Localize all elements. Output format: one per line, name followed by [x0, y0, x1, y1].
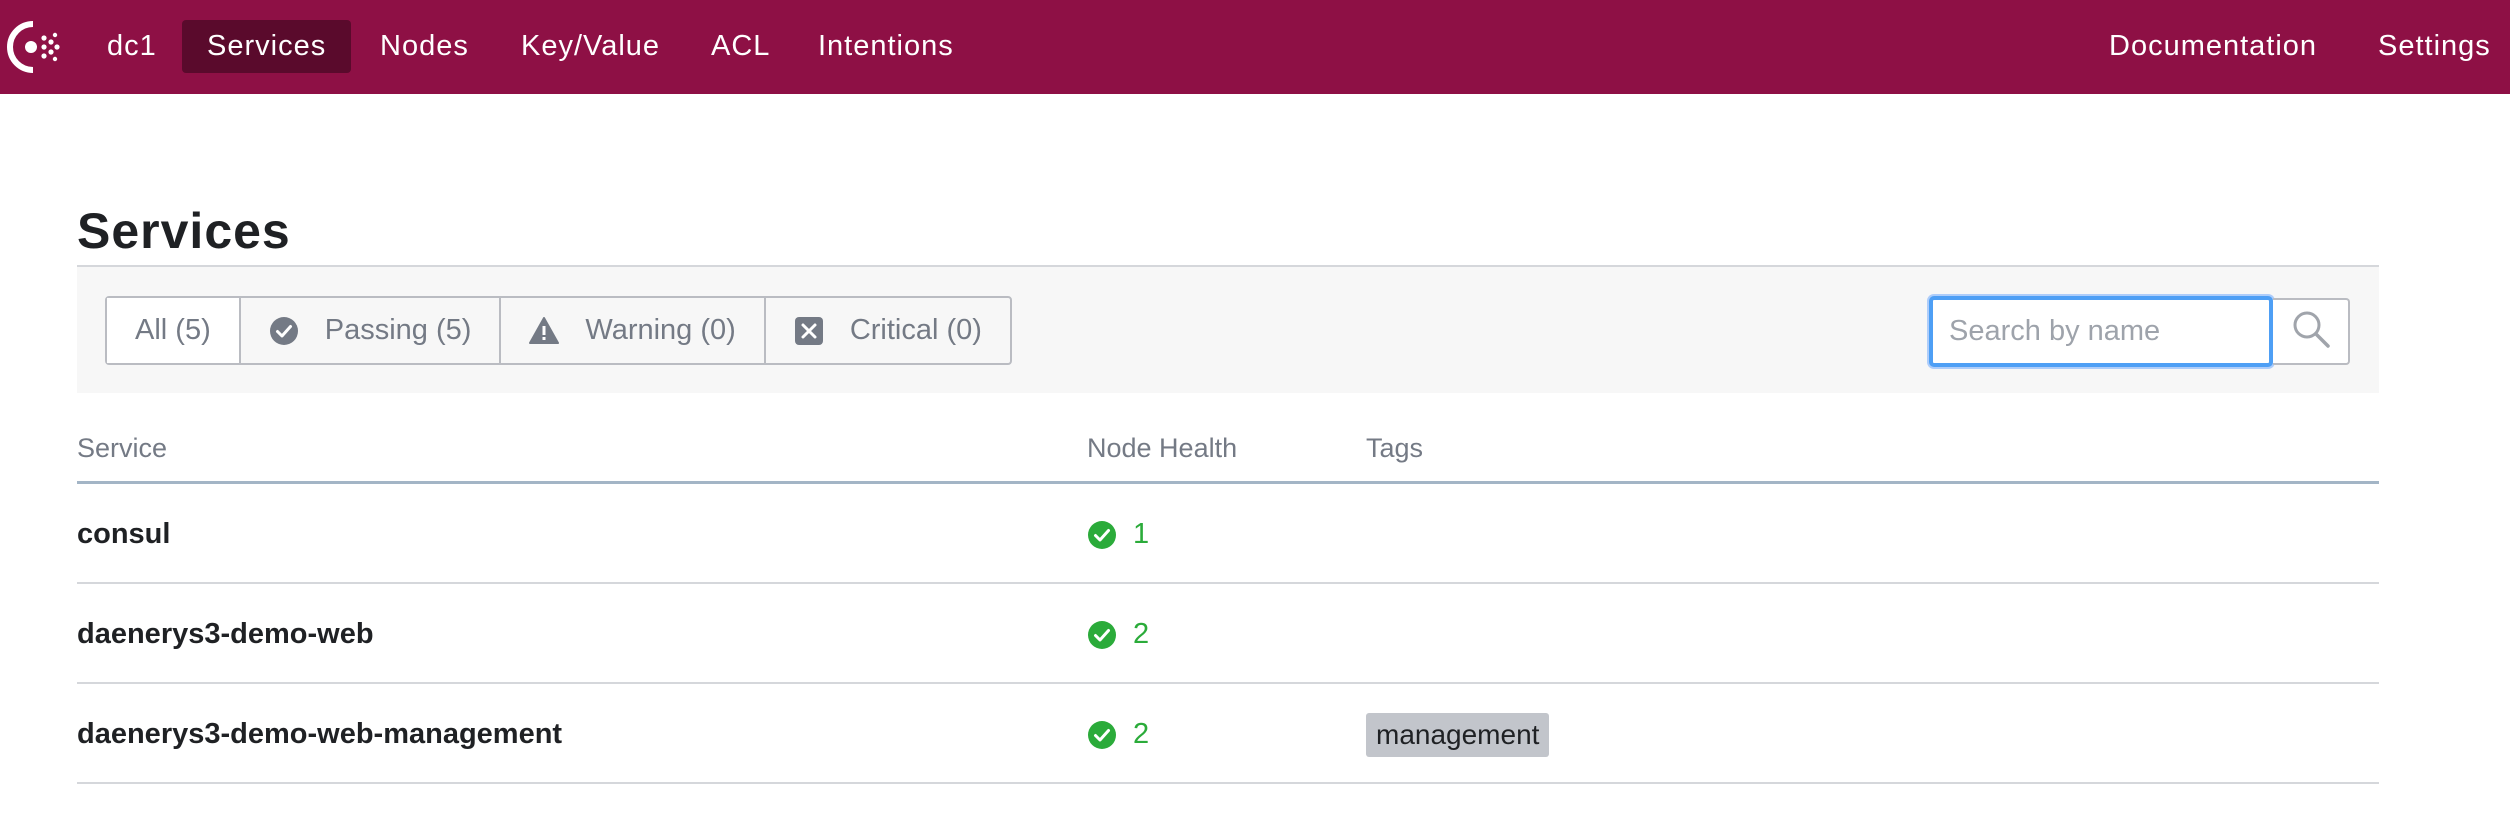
- nav-services[interactable]: Services: [182, 20, 352, 73]
- column-header-tags: Tags: [1366, 433, 1424, 463]
- filter-all-label: All (5): [135, 314, 211, 346]
- search-input[interactable]: [1929, 296, 2273, 367]
- nav-acl[interactable]: ACL: [686, 20, 795, 73]
- datacenter-selector[interactable]: dc1: [82, 20, 182, 73]
- node-health-cell: 2: [1087, 585, 1149, 684]
- filter-all-button[interactable]: All (5): [107, 298, 241, 363]
- filter-critical-label: Critical (0): [849, 314, 982, 346]
- filter-critical-button[interactable]: Critical (0): [766, 298, 1010, 363]
- node-health-cell: 2: [1087, 685, 1149, 784]
- x-square-icon: [794, 316, 824, 346]
- tags-cell: management: [1366, 685, 1550, 784]
- nav-intentions[interactable]: Intentions: [793, 20, 979, 73]
- node-health-count: 2: [1133, 618, 1150, 650]
- nav-nodes[interactable]: Nodes: [355, 20, 494, 73]
- table-header-divider: [77, 481, 2379, 484]
- table-row[interactable]: daenerys3-demo-web-management 2 manageme…: [77, 685, 2379, 784]
- node-health-count: 2: [1133, 718, 1150, 750]
- search-button[interactable]: [2273, 298, 2350, 365]
- service-name[interactable]: daenerys3-demo-web: [77, 585, 374, 684]
- consul-logo-icon[interactable]: [4, 18, 62, 76]
- search-icon: [2291, 309, 2331, 354]
- filter-warning-button[interactable]: Warning (0): [501, 298, 766, 363]
- passing-check-icon: [1087, 520, 1117, 550]
- node-health-count: 1: [1133, 518, 1150, 550]
- check-circle-icon: [269, 316, 299, 346]
- tag-badge: management: [1366, 712, 1550, 757]
- column-header-node-health[interactable]: Node Health: [1087, 433, 1237, 464]
- table-row[interactable]: daenerys3-demo-web 2: [77, 585, 2379, 684]
- top-navigation-bar: dc1 Services Nodes Key/Value ACL Intenti…: [0, 0, 2510, 94]
- warning-triangle-icon: [529, 316, 560, 346]
- passing-check-icon: [1087, 720, 1117, 750]
- nav-settings[interactable]: Settings: [2353, 20, 2510, 73]
- node-health-cell: 1: [1087, 485, 1149, 584]
- service-name[interactable]: daenerys3-demo-web-management: [77, 685, 562, 784]
- column-header-service[interactable]: Service: [77, 433, 167, 464]
- search-box: [1929, 296, 2350, 367]
- filter-warning-label: Warning (0): [585, 314, 736, 346]
- nav-documentation[interactable]: Documentation: [2084, 20, 2342, 73]
- table-row[interactable]: consul 1: [77, 485, 2379, 584]
- filter-passing-button[interactable]: Passing (5): [241, 298, 502, 363]
- passing-check-icon: [1087, 620, 1117, 650]
- health-filter-group: All (5) Passing (5) Warning (0) Critical…: [105, 296, 1012, 365]
- page-title: Services: [77, 203, 291, 259]
- filter-passing-label: Passing (5): [324, 314, 472, 346]
- filter-bar: All (5) Passing (5) Warning (0) Critical…: [77, 267, 2379, 393]
- nav-key-value[interactable]: Key/Value: [496, 20, 685, 73]
- service-name[interactable]: consul: [77, 485, 170, 584]
